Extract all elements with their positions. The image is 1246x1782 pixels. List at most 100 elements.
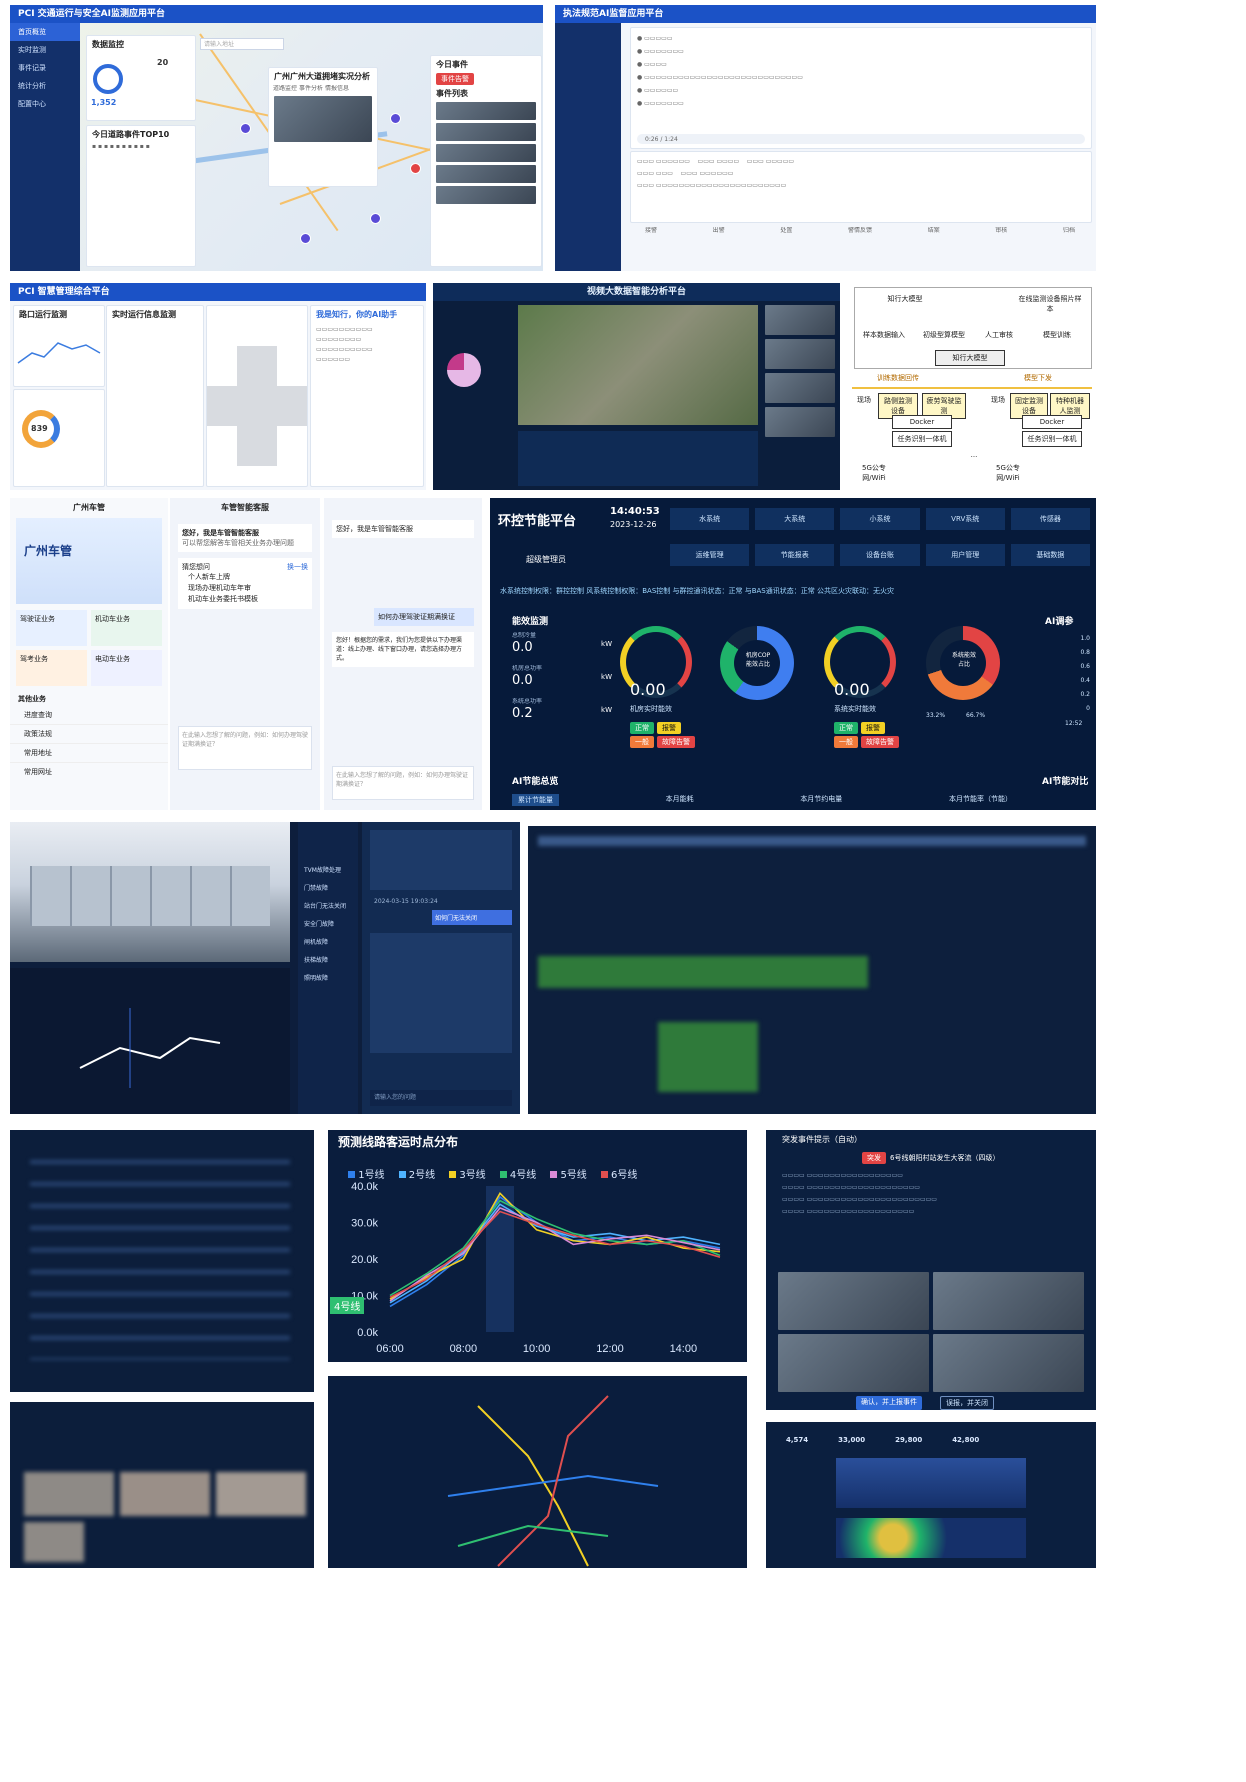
event-thumb[interactable] (436, 123, 536, 141)
status-buttons-1: 正常 报警 (630, 722, 681, 734)
user-question: 如何办理驾驶证期满换证 (374, 608, 474, 626)
guess-item[interactable]: 机动车业务委托书模板 (182, 594, 308, 605)
platform-photo (10, 822, 290, 962)
other-item[interactable]: 政策法规 (10, 725, 168, 744)
event-thumb[interactable] (436, 102, 536, 120)
cctv-feed[interactable] (933, 1334, 1084, 1392)
cctv-feed[interactable] (778, 1334, 929, 1392)
training-block: 知行大模型 在线监测设备照片样本 样本数据输入 初级型算模型 人工审核 模型训练… (854, 287, 1092, 369)
satellite-map[interactable] (518, 305, 758, 425)
sidebar-item-4[interactable]: 配置中心 (10, 95, 80, 113)
event-thumb[interactable] (436, 165, 536, 183)
chat-input[interactable]: 在此输入您想了解的问题，例如：如何办理驾驶证期满换证？ (332, 766, 474, 800)
popup-tab[interactable]: 情报信息 (325, 85, 349, 93)
service-tiles: 驾驶证业务 机动车业务 驾考业务 电动车业务 (10, 604, 168, 692)
info-title: 实时运行信息监测 (112, 310, 176, 319)
sidebar-item-1[interactable]: 实时监测 (10, 41, 80, 59)
cctv-feed[interactable] (933, 1272, 1084, 1330)
camera-feed[interactable] (765, 373, 835, 403)
other-item[interactable]: 常用网址 (10, 763, 168, 781)
guess-item[interactable]: 个人新车上牌 (182, 572, 308, 583)
y-tick-label: 30.0k (351, 1218, 378, 1230)
camera-feed[interactable] (765, 305, 835, 335)
panel-traffic-monitor: PCI 交通运行与安全AI监测应用平台 首页概览 实时监测 事件记录 统计分析 … (10, 5, 543, 271)
tab[interactable]: 传感器 (1010, 508, 1091, 530)
btn-alarm[interactable]: 报警 (657, 722, 681, 734)
map-marker[interactable] (300, 233, 311, 244)
tab[interactable]: 基础数据 (1010, 544, 1091, 566)
tooltip: 4号线 (330, 1297, 365, 1314)
menu-item[interactable]: 照明故障 (298, 970, 358, 988)
step: 样本数据输入 (859, 328, 909, 342)
event-thumb[interactable] (436, 186, 536, 204)
btn-normal[interactable]: 正常 (630, 722, 654, 734)
menu-item[interactable]: 闸机故障 (298, 934, 358, 952)
menu-item[interactable]: 门禁故障 (298, 880, 358, 898)
tab[interactable]: 运维管理 (670, 544, 750, 566)
map-marker-alert[interactable] (410, 163, 421, 174)
btn-general[interactable]: 一般 (630, 736, 654, 748)
other-item[interactable]: 常用地址 (10, 744, 168, 763)
sidebar-item-3[interactable]: 统计分析 (10, 77, 80, 95)
map-marker[interactable] (390, 113, 401, 124)
tab[interactable]: 设备台账 (840, 544, 920, 566)
tile[interactable]: 电动车业务 (91, 650, 162, 686)
cctv-feed[interactable] (778, 1272, 929, 1330)
sidebar-item-0[interactable]: 首页概览 (10, 23, 80, 41)
event-thumb[interactable] (436, 144, 536, 162)
metric-unit: kW (601, 640, 612, 648)
btn-fault[interactable]: 故障告警 (657, 736, 695, 748)
tab[interactable]: 大系统 (755, 508, 835, 530)
tab[interactable]: 用户管理 (925, 544, 1005, 566)
greeting-bubble: 您好，我是车管智能客服 可以帮您解答车管相关业务办理问题 (178, 524, 312, 552)
chat-input[interactable]: 请输入您的问题 (370, 1090, 512, 1106)
btn-general[interactable]: 一般 (834, 736, 858, 748)
chat-input[interactable]: 在此输入您想了解的问题，例如：如何办理驾驶证期满换证？ (178, 726, 312, 770)
tab[interactable]: 小系统 (840, 508, 920, 530)
dismiss-button[interactable]: 误报，并关闭 (940, 1396, 994, 1410)
tab[interactable]: 本月节能率（节能） (949, 794, 1012, 806)
tab[interactable]: 节能报表 (755, 544, 835, 566)
y-tick: 0.8 (1080, 649, 1090, 656)
tile[interactable]: 机动车业务 (91, 610, 162, 646)
tab[interactable]: 水系统 (670, 508, 750, 530)
confirm-button[interactable]: 确认，并上报事件 (856, 1396, 922, 1410)
tab[interactable]: 累计节能量 (512, 794, 559, 806)
menu-item[interactable]: 扶梯故障 (298, 952, 358, 970)
other-item[interactable]: 进度查询 (10, 706, 168, 725)
popup-tab[interactable]: 事件分析 (299, 85, 323, 93)
menu-item[interactable]: 安全门故障 (298, 916, 358, 934)
alert-status: 事件告警 (436, 73, 474, 85)
guess-item[interactable]: 现场办理机动车年审 (182, 583, 308, 594)
sidebar-item-2[interactable]: 事件记录 (10, 59, 80, 77)
btn-fault[interactable]: 故障告警 (861, 736, 899, 748)
btn-normal[interactable]: 正常 (834, 722, 858, 734)
alert-badge: 突发 (862, 1152, 886, 1164)
menu-item[interactable]: TVM故障处理 (298, 862, 358, 880)
map-marker[interactable] (240, 123, 251, 134)
platform-doors (30, 866, 270, 926)
top10-title: 今日道路事件TOP10 (92, 130, 170, 139)
tile[interactable]: 驾考业务 (16, 650, 87, 686)
tab[interactable]: 本月能耗 (666, 794, 694, 806)
search-input[interactable]: 请输入地址 (200, 38, 284, 50)
btn-alarm[interactable]: 报警 (861, 722, 885, 734)
menu-item[interactable]: 站台门无法关闭 (298, 898, 358, 916)
alert-event: 6号线朝阳村站发生大客流（四级） (890, 1154, 1000, 1162)
camera-feed[interactable] (765, 407, 835, 437)
tile[interactable]: 驾驶证业务 (16, 610, 87, 646)
greeting-sub: 可以帮您解答车管相关业务办理问题 (182, 539, 294, 547)
clock-date: 2023-12-26 (610, 520, 657, 529)
map-marker[interactable] (370, 213, 381, 224)
tab[interactable]: 本月节约电量 (800, 794, 842, 806)
phone-3: 您好，我是车管智能客服 如何办理驾驶证期满换证 您好！根据您的需求，我们为您提供… (324, 498, 482, 810)
tab[interactable]: VRV系统 (925, 508, 1005, 530)
change-button[interactable]: 换一换 (287, 562, 308, 572)
step: 初级型算模型 (919, 328, 969, 342)
audio-player[interactable]: 0:26 / 1:24 (637, 134, 1085, 144)
popup-tab[interactable]: 道路监控 (273, 85, 297, 93)
phone-title: 广州车管 (73, 503, 105, 512)
camera-feed[interactable] (765, 339, 835, 369)
camera-feeds (765, 305, 835, 445)
ring-2-label: 系统能效 占比 (951, 652, 976, 668)
